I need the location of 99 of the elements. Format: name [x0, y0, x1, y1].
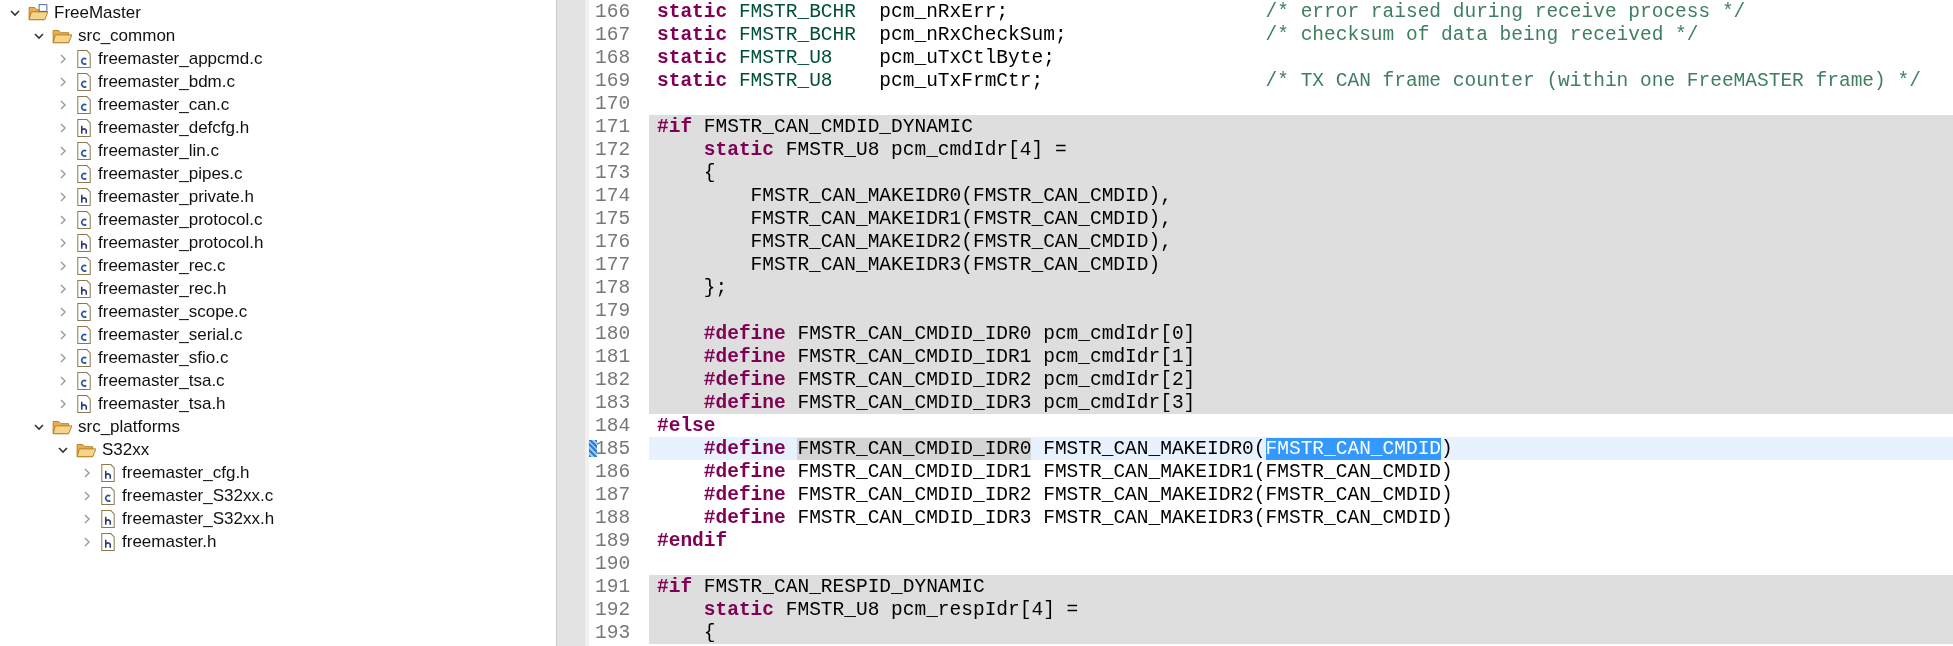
line-number: 178: [595, 276, 631, 299]
line-number: 181: [595, 345, 631, 368]
line-number: 168: [595, 46, 631, 69]
file-name[interactable]: freemaster_rec.h: [98, 278, 227, 299]
c-file-icon: [76, 256, 92, 275]
line-number: 190: [595, 552, 631, 575]
code-line: static FMSTR_U8 pcm_uTxFrmCtr; /* TX CAN frame counter (within one FreeMASTER frame) */: [657, 69, 1921, 92]
c-file-icon: [76, 141, 92, 160]
line-number: 192: [595, 598, 631, 621]
folder-name[interactable]: S32xx: [102, 439, 150, 460]
header-file-icon: [100, 509, 116, 528]
code-line: static FMSTR_U8 pcm_respIdr[4] =: [702, 598, 1079, 621]
c-file-icon: [76, 325, 92, 344]
c-file-icon: [76, 164, 92, 183]
code-line: #if FMSTR_CAN_RESPID_DYNAMIC: [657, 575, 985, 598]
code-line: {: [702, 621, 716, 644]
file-name[interactable]: freemaster_tsa.c: [98, 370, 225, 391]
file-name[interactable]: freemaster_can.c: [98, 94, 230, 115]
code-line: #define FMSTR_CAN_CMDID_IDR3 FMSTR_CAN_MAKEIDR3(FMSTR_CAN_CMDID): [702, 506, 1453, 529]
code-line: #if FMSTR_CAN_CMDID_DYNAMIC: [657, 115, 973, 138]
code-line: {: [702, 161, 716, 184]
file-name[interactable]: freemaster_scope.c: [98, 301, 248, 322]
file-name[interactable]: freemaster_serial.c: [98, 324, 243, 345]
header-file-icon: [76, 394, 92, 413]
code-line: #define FMSTR_CAN_CMDID_IDR0 FMSTR_CAN_MAKEIDR0(FMSTR_CAN_CMDID): [702, 437, 1453, 460]
file-name[interactable]: freemaster_protocol.h: [98, 232, 264, 253]
file-name[interactable]: freemaster_rec.c: [98, 255, 226, 276]
file-name[interactable]: freemaster_private.h: [98, 186, 254, 207]
c-file-icon: [76, 210, 92, 229]
line-number: 180: [595, 322, 631, 345]
code-line: #define FMSTR_CAN_CMDID_IDR0 pcm_cmdIdr[0]: [702, 322, 1196, 345]
line-number: 171: [595, 115, 631, 138]
code-line: static FMSTR_U8 pcm_cmdIdr[4] =: [702, 138, 1067, 161]
file-name[interactable]: freemaster_appcmd.c: [98, 48, 263, 69]
code-line: };: [702, 276, 728, 299]
line-number: 185: [595, 437, 631, 460]
code-line: FMSTR_CAN_MAKEIDR2(FMSTR_CAN_CMDID),: [749, 230, 1172, 253]
line-number: 184: [595, 414, 631, 437]
line-number: 179: [595, 299, 631, 322]
file-name[interactable]: freemaster_sfio.c: [98, 347, 229, 368]
line-number: 177: [595, 253, 631, 276]
header-file-icon: [76, 118, 92, 137]
file-name[interactable]: freemaster_lin.c: [98, 140, 219, 161]
line-number: 173: [595, 161, 631, 184]
file-name[interactable]: freemaster_cfg.h: [122, 462, 250, 483]
line-number: 182: [595, 368, 631, 391]
line-number: 176: [595, 230, 631, 253]
line-number: 187: [595, 483, 631, 506]
line-number: 193: [595, 621, 631, 644]
folder-name[interactable]: src_common: [78, 25, 176, 46]
header-file-icon: [76, 279, 92, 298]
code-line: static FMSTR_BCHR pcm_nRxCheckSum; /* checksum of data being received */: [657, 23, 1699, 46]
code-editor[interactable]: [589, 0, 1953, 646]
file-name[interactable]: freemaster_tsa.h: [98, 393, 226, 414]
code-line: FMSTR_CAN_MAKEIDR3(FMSTR_CAN_CMDID): [749, 253, 1161, 276]
code-line: #define FMSTR_CAN_CMDID_IDR1 FMSTR_CAN_MAKEIDR1(FMSTR_CAN_CMDID): [702, 460, 1453, 483]
c-file-icon: [76, 49, 92, 68]
folder-icon: [28, 3, 48, 22]
c-file-icon: [76, 348, 92, 367]
code-line: #define FMSTR_CAN_CMDID_IDR1 pcm_cmdIdr[1]: [702, 345, 1196, 368]
code-line: FMSTR_CAN_MAKEIDR1(FMSTR_CAN_CMDID),: [749, 207, 1172, 230]
code-line: #else: [657, 414, 716, 437]
line-number: 183: [595, 391, 631, 414]
line-number: 167: [595, 23, 631, 46]
code-line: static FMSTR_BCHR pcm_nRxErr; /* error raised during receive process */: [657, 0, 1746, 23]
folder-name[interactable]: FreeMaster: [54, 2, 141, 23]
folder-name[interactable]: src_platforms: [78, 416, 181, 437]
line-number: 169: [595, 69, 631, 92]
file-name[interactable]: freemaster_defcfg.h: [98, 117, 250, 138]
code-line: static FMSTR_U8 pcm_uTxCtlByte;: [657, 46, 1055, 69]
c-file-icon: [76, 371, 92, 390]
c-file-icon: [76, 302, 92, 321]
line-number: 170: [595, 92, 631, 115]
file-name[interactable]: freemaster_protocol.c: [98, 209, 263, 230]
line-number: 186: [595, 460, 631, 483]
line-number: 172: [595, 138, 631, 161]
c-file-icon: [76, 95, 92, 114]
code-line: #define FMSTR_CAN_CMDID_IDR2 FMSTR_CAN_MAKEIDR2(FMSTR_CAN_CMDID): [702, 483, 1453, 506]
c-file-icon: [100, 486, 116, 505]
line-number: 191: [595, 575, 631, 598]
file-name[interactable]: freemaster.h: [122, 531, 217, 552]
file-name[interactable]: freemaster_S32xx.h: [122, 508, 275, 529]
file-name[interactable]: freemaster_bdm.c: [98, 71, 235, 92]
code-line: #define FMSTR_CAN_CMDID_IDR2 pcm_cmdIdr[2]: [702, 368, 1196, 391]
line-number: 166: [595, 0, 631, 23]
header-file-icon: [76, 187, 92, 206]
code-line: #define FMSTR_CAN_CMDID_IDR3 pcm_cmdIdr[3]: [702, 391, 1196, 414]
header-file-icon: [100, 463, 116, 482]
line-number: 174: [595, 184, 631, 207]
header-file-icon: [76, 233, 92, 252]
code-line: FMSTR_CAN_MAKEIDR0(FMSTR_CAN_CMDID),: [749, 184, 1172, 207]
line-number: 188: [595, 506, 631, 529]
header-file-icon: [100, 532, 116, 551]
c-file-icon: [76, 72, 92, 91]
code-line: #endif: [657, 529, 728, 552]
line-number: 189: [595, 529, 631, 552]
file-name[interactable]: freemaster_pipes.c: [98, 163, 243, 184]
line-number: 175: [595, 207, 631, 230]
file-name[interactable]: freemaster_S32xx.c: [122, 485, 274, 506]
